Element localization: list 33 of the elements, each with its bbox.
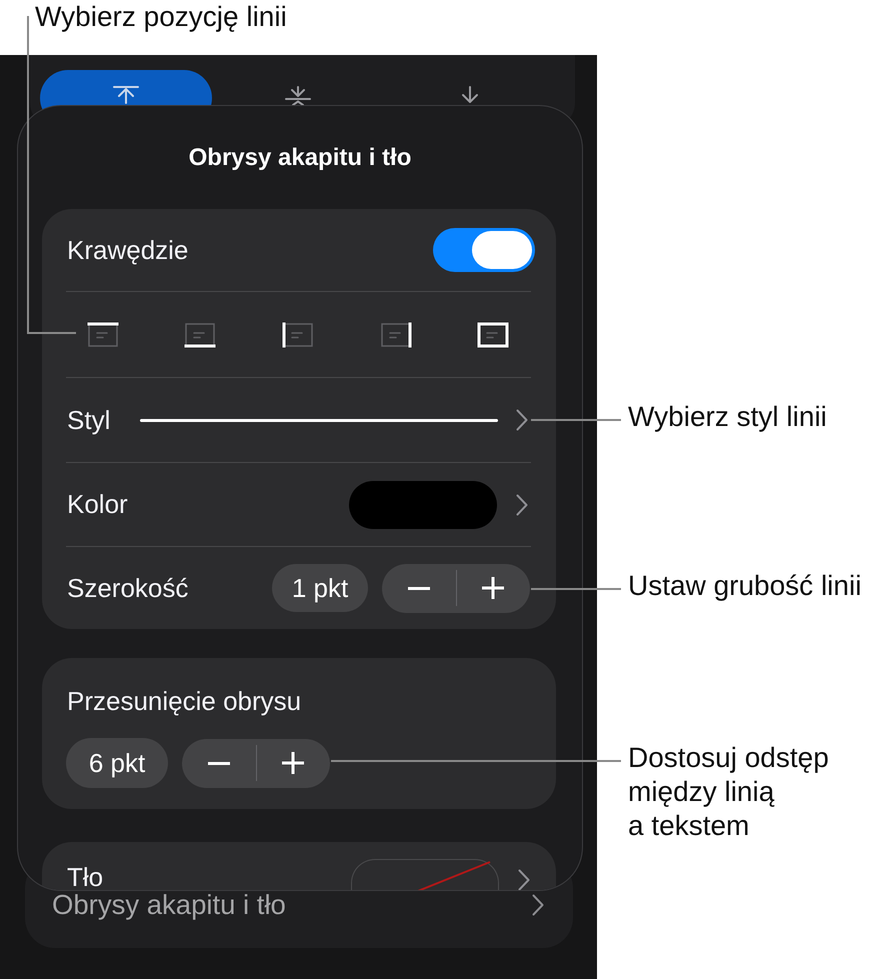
value-field[interactable]: 6 pkt (66, 738, 168, 788)
all-borders-icon[interactable] (477, 322, 510, 348)
top-border-icon[interactable] (86, 322, 119, 348)
bottom-border-icon[interactable] (184, 322, 216, 348)
plus-icon (282, 752, 304, 774)
row-label: Przesunięcie obrysu (67, 686, 302, 716)
align-middle-icon (285, 86, 311, 105)
right-border-icon[interactable] (380, 322, 412, 348)
arrow-down-icon (461, 86, 479, 104)
chevron-right-icon (516, 494, 528, 516)
line-style-preview[interactable] (140, 418, 498, 422)
value-field[interactable]: 1 pkt (272, 564, 368, 612)
row-label: Krawędzie (67, 234, 188, 266)
callout-text: Wybierz styl linii (628, 400, 828, 434)
row-label: Szerokość (67, 572, 188, 604)
chevron-right-icon (518, 869, 530, 890)
row-label: Tło (67, 864, 104, 890)
minus-icon (408, 586, 430, 590)
minus-icon (208, 762, 230, 764)
callout-text: Wybierz pozycję linii (35, 0, 287, 34)
color-swatch[interactable] (349, 480, 497, 528)
toggle-switch[interactable] (433, 228, 535, 272)
row-label: Kolor (67, 488, 128, 521)
row-label: Styl (67, 404, 112, 436)
plus-icon (482, 577, 504, 599)
chevron-right-icon (516, 409, 528, 431)
panel-title: Obrysy akapitu i tło (188, 144, 412, 171)
align-top-icon (113, 86, 139, 104)
left-border-icon[interactable] (282, 322, 314, 348)
chevron-right-icon (532, 894, 544, 916)
callout-text: Ustaw grubość linii (628, 569, 862, 603)
callout-text: Dostosuj odstęp między linią a tekstem (628, 741, 830, 843)
no-fill-swatch[interactable] (351, 859, 499, 890)
